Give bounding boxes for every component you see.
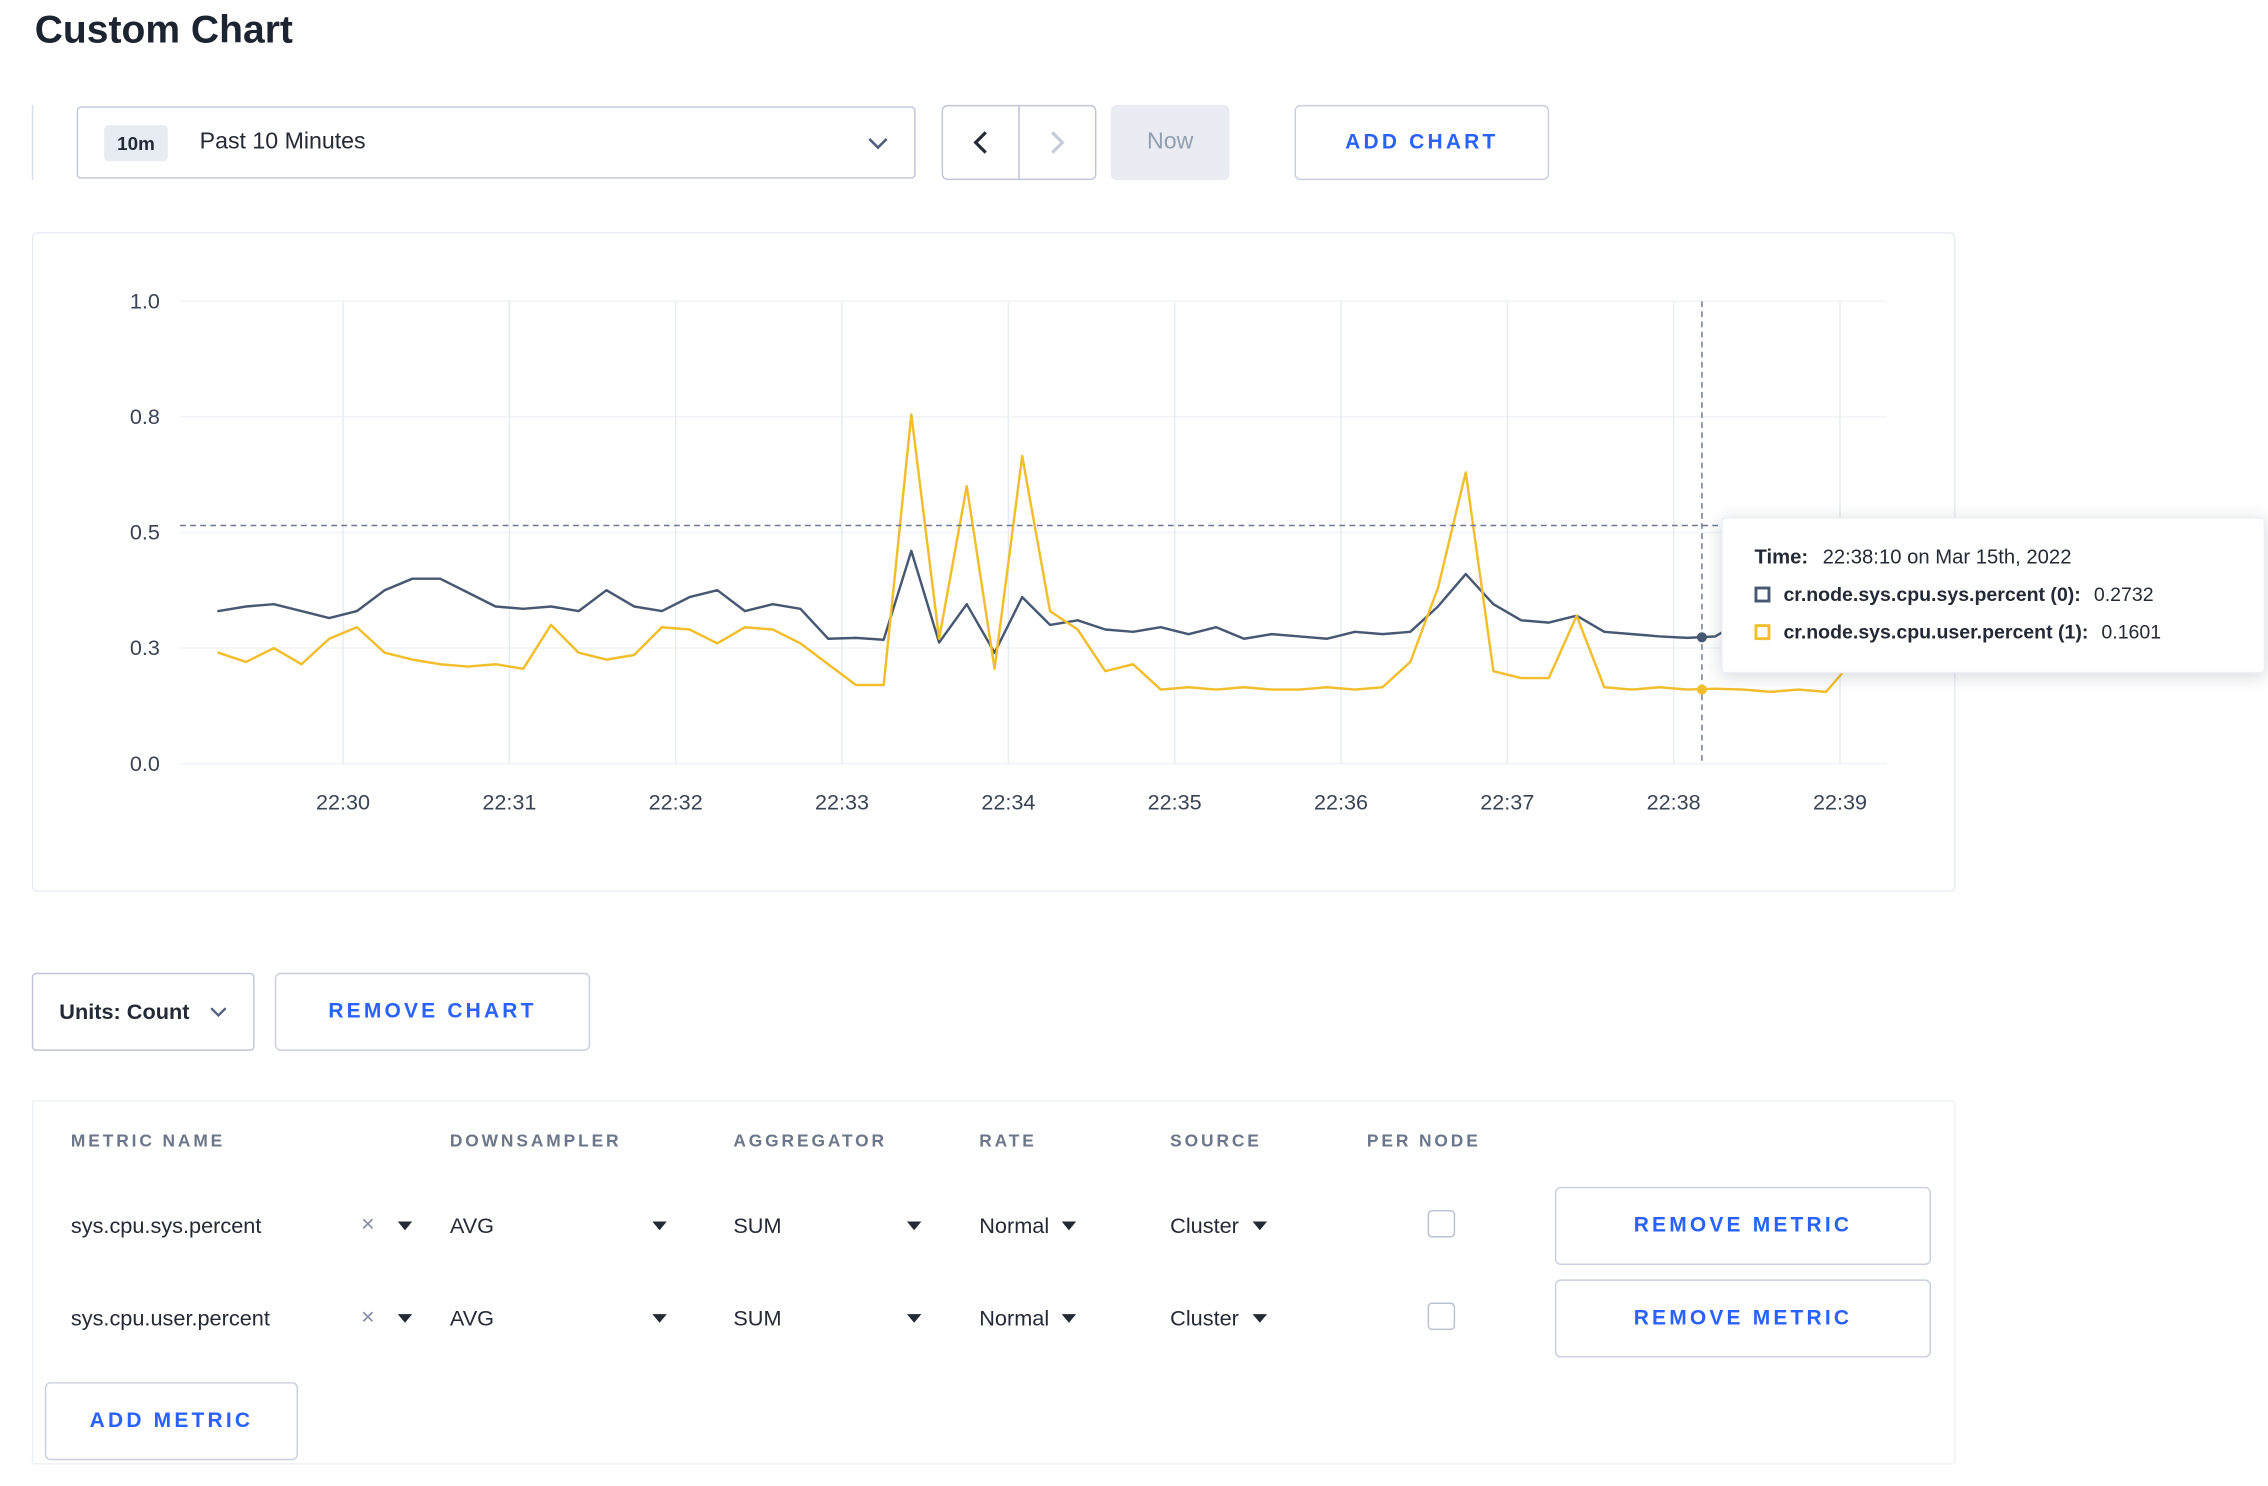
time-window-badge: 10m bbox=[104, 124, 168, 161]
toolbar: 10m Past 10 Minutes Now ADD CHART bbox=[31, 104, 2268, 181]
caret-down-icon bbox=[652, 1314, 667, 1323]
now-button[interactable]: Now bbox=[1110, 104, 1230, 181]
page-title: Custom Chart bbox=[34, 8, 293, 52]
units-dropdown-label: Units: Count bbox=[59, 999, 190, 1025]
svg-text:22:30: 22:30 bbox=[316, 790, 370, 815]
svg-text:22:32: 22:32 bbox=[649, 790, 703, 815]
source-select[interactable]: Cluster bbox=[1170, 1213, 1267, 1239]
tooltip-time-label: Time: bbox=[1754, 544, 1809, 568]
svg-text:0.3: 0.3 bbox=[130, 635, 160, 660]
caret-down-icon bbox=[906, 1314, 922, 1323]
svg-text:0.8: 0.8 bbox=[130, 404, 160, 429]
custom-chart-page: Custom Chart 10m Past 10 Minutes Now ADD… bbox=[0, 8, 2268, 1486]
rate-value: Normal bbox=[979, 1213, 1050, 1239]
source-value: Cluster bbox=[1170, 1213, 1239, 1239]
svg-text:22:36: 22:36 bbox=[1314, 790, 1368, 815]
metric-row-sys: sys.cpu.sys.percent × AVG SUM Normal Clu… bbox=[33, 1180, 1954, 1273]
metrics-table: METRIC NAME DOWNSAMPLER AGGREGATOR RATE … bbox=[31, 1100, 1956, 1465]
tooltip-series-name: cr.node.sys.cpu.sys.percent (0): bbox=[1783, 583, 2081, 606]
svg-text:22:39: 22:39 bbox=[1813, 790, 1867, 815]
remove-metric-button[interactable]: REMOVE METRIC bbox=[1554, 1279, 1931, 1358]
tooltip-time-value: 22:38:10 on Mar 15th, 2022 bbox=[1822, 544, 2072, 568]
downsampler-value: AVG bbox=[449, 1306, 495, 1331]
chart-tooltip: Time: 22:38:10 on Mar 15th, 2022 cr.node.… bbox=[1721, 517, 2266, 674]
metric-name-select[interactable]: sys.cpu.sys.percent × bbox=[70, 1213, 413, 1239]
header-per-node: PER NODE bbox=[1366, 1130, 1481, 1151]
downsampler-value: AVG bbox=[449, 1213, 495, 1239]
metric-row-user: sys.cpu.user.percent × AVG SUM Normal Cl… bbox=[33, 1272, 1954, 1365]
toolbar-divider bbox=[31, 104, 34, 181]
downsampler-select[interactable]: AVG bbox=[449, 1213, 667, 1239]
tooltip-series-name: cr.node.sys.cpu.user.percent (1): bbox=[1783, 621, 2089, 643]
rate-select[interactable]: Normal bbox=[979, 1306, 1077, 1331]
time-window-label: Past 10 Minutes bbox=[199, 129, 366, 155]
svg-text:0.0: 0.0 bbox=[130, 751, 160, 776]
svg-text:22:31: 22:31 bbox=[482, 790, 536, 815]
caret-down-icon bbox=[1251, 1314, 1267, 1323]
rate-select[interactable]: Normal bbox=[979, 1213, 1077, 1239]
sys-series-swatch-icon bbox=[1754, 586, 1771, 603]
aggregator-value: SUM bbox=[733, 1213, 782, 1239]
header-aggregator: AGGREGATOR bbox=[733, 1130, 888, 1151]
remove-chart-button[interactable]: REMOVE CHART bbox=[274, 972, 591, 1051]
per-node-checkbox[interactable] bbox=[1427, 1301, 1456, 1330]
header-rate: RATE bbox=[979, 1130, 1037, 1151]
caret-down-icon bbox=[1062, 1221, 1077, 1231]
metric-name-value: sys.cpu.sys.percent bbox=[70, 1213, 262, 1239]
header-downsampler: DOWNSAMPLER bbox=[449, 1130, 622, 1151]
clear-metric-icon[interactable]: × bbox=[361, 1306, 375, 1330]
aggregator-value: SUM bbox=[733, 1306, 782, 1331]
svg-text:22:37: 22:37 bbox=[1480, 790, 1534, 815]
metrics-table-header: METRIC NAME DOWNSAMPLER AGGREGATOR RATE … bbox=[33, 1102, 1954, 1180]
svg-text:22:35: 22:35 bbox=[1148, 790, 1202, 815]
chart-panel: 22:30 22:31 22:32 22:33 22:34 22:35 22:36 22:37… bbox=[31, 232, 1956, 892]
caret-down-icon bbox=[397, 1221, 413, 1231]
svg-text:22:34: 22:34 bbox=[981, 790, 1035, 815]
svg-text:22:33: 22:33 bbox=[815, 790, 869, 815]
tooltip-time-row: Time: 22:38:10 on Mar 15th, 2022 bbox=[1755, 545, 2238, 568]
chart-controls: Units: Count REMOVE CHART bbox=[31, 972, 2268, 1051]
chevron-left-icon bbox=[973, 131, 987, 154]
tooltip-series-value: 0.2732 bbox=[2093, 583, 2154, 606]
downsampler-select[interactable]: AVG bbox=[450, 1306, 667, 1331]
caret-down-icon bbox=[1251, 1221, 1267, 1231]
cpu-percent-line-chart[interactable]: 22:30 22:31 22:32 22:33 22:34 22:35 22:36 22:37… bbox=[33, 234, 1954, 891]
time-forward-button[interactable] bbox=[1018, 104, 1097, 181]
add-metric-button[interactable]: ADD METRIC bbox=[44, 1382, 299, 1461]
source-select[interactable]: Cluster bbox=[1170, 1306, 1267, 1331]
remove-metric-button[interactable]: REMOVE METRIC bbox=[1554, 1186, 1931, 1265]
metric-name-select[interactable]: sys.cpu.user.percent × bbox=[70, 1306, 413, 1331]
rate-value: Normal bbox=[979, 1306, 1050, 1331]
tooltip-series-value: 0.1601 bbox=[2101, 621, 2162, 643]
time-back-button[interactable] bbox=[941, 104, 1020, 181]
metric-name-value: sys.cpu.user.percent bbox=[70, 1306, 270, 1331]
header-source: SOURCE bbox=[1170, 1130, 1262, 1151]
chevron-down-icon bbox=[210, 1007, 227, 1018]
tooltip-series-row: cr.node.sys.cpu.user.percent (1): 0.1601 bbox=[1754, 621, 2238, 643]
units-dropdown[interactable]: Units: Count bbox=[31, 972, 255, 1051]
caret-down-icon bbox=[652, 1221, 667, 1231]
user-series-swatch-icon bbox=[1754, 624, 1771, 641]
svg-text:22:38: 22:38 bbox=[1647, 790, 1701, 815]
svg-text:0.5: 0.5 bbox=[130, 520, 160, 545]
add-chart-button[interactable]: ADD CHART bbox=[1294, 104, 1550, 181]
chevron-right-icon bbox=[1051, 131, 1065, 154]
time-step-group bbox=[941, 104, 1097, 181]
aggregator-select[interactable]: SUM bbox=[733, 1306, 922, 1331]
header-metric-name: METRIC NAME bbox=[70, 1130, 226, 1151]
per-node-checkbox[interactable] bbox=[1427, 1209, 1456, 1237]
chevron-down-icon bbox=[868, 137, 888, 149]
source-value: Cluster bbox=[1170, 1306, 1239, 1331]
tooltip-series-row: cr.node.sys.cpu.sys.percent (0): 0.2732 bbox=[1754, 583, 2238, 606]
time-window-dropdown[interactable]: 10m Past 10 Minutes bbox=[76, 106, 916, 179]
svg-text:1.0: 1.0 bbox=[130, 289, 160, 314]
clear-metric-icon[interactable]: × bbox=[361, 1214, 375, 1237]
aggregator-select[interactable]: SUM bbox=[733, 1213, 922, 1239]
caret-down-icon bbox=[1062, 1314, 1077, 1323]
caret-down-icon bbox=[906, 1221, 922, 1231]
caret-down-icon bbox=[397, 1314, 413, 1323]
